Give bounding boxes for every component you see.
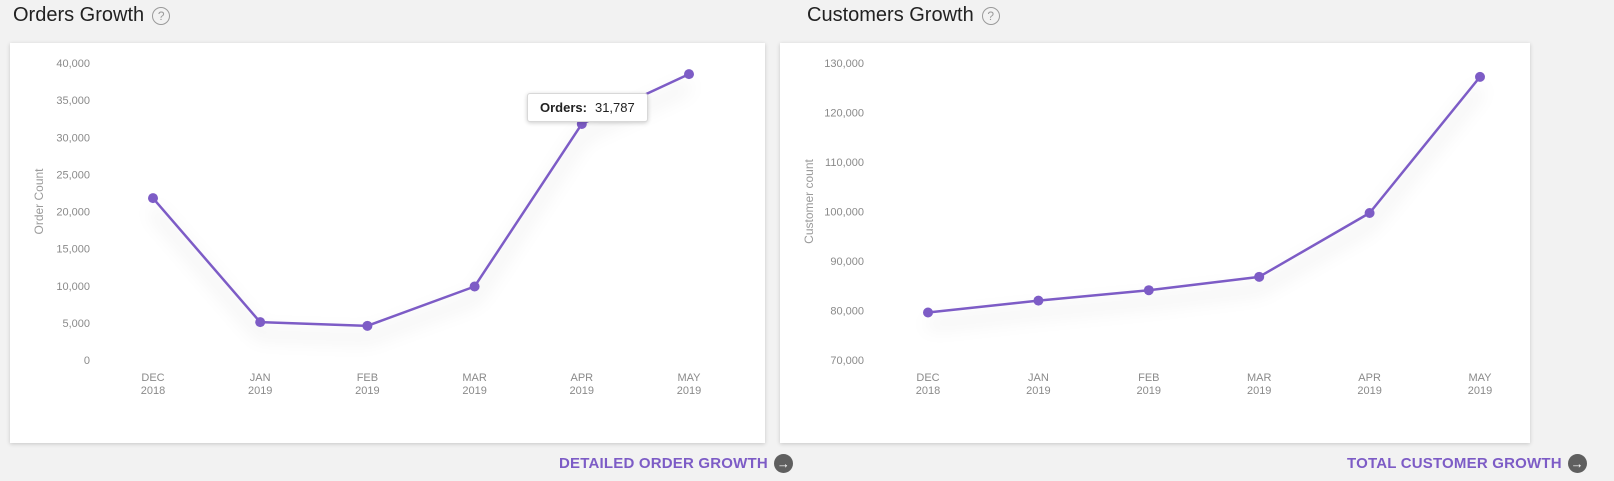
x-tick-label: JAN [1028, 372, 1049, 384]
y-axis-label: Customer count [802, 158, 816, 243]
y-tick-label: 35,000 [56, 95, 90, 107]
y-tick-label: 30,000 [56, 132, 90, 144]
y-axis-label: Order Count [32, 168, 46, 235]
x-tick-label-year: 2019 [1026, 385, 1050, 397]
y-tick-label: 100,000 [824, 207, 864, 219]
detailed-order-growth-link[interactable]: DETAILED ORDER GROWTH → [559, 454, 793, 473]
y-tick-label: 90,000 [830, 256, 864, 268]
y-tick-label: 15,000 [56, 244, 90, 256]
y-tick-label: 20,000 [56, 207, 90, 219]
orders-growth-title-text: Orders Growth [13, 4, 145, 26]
x-tick-label: APR [570, 372, 593, 384]
total-customer-growth-link[interactable]: TOTAL CUSTOMER GROWTH → [1347, 454, 1587, 473]
customers-growth-title: Customers Growth ? [807, 4, 1000, 27]
x-tick-label: MAY [677, 372, 701, 384]
x-tick-label-year: 2019 [462, 385, 486, 397]
x-tick-label: MAR [1247, 372, 1272, 384]
x-tick-label-year: 2018 [141, 385, 165, 397]
x-tick-label-year: 2019 [1357, 385, 1381, 397]
data-point [255, 317, 266, 328]
y-tick-label: 0 [84, 355, 90, 367]
x-tick-label-year: 2019 [1137, 385, 1161, 397]
customers-growth-chart-card: 70,000 80,000 90,000 100,000 110,000 120,000 1… [780, 43, 1530, 443]
orders-growth-title: Orders Growth ? [13, 4, 171, 27]
total-customer-growth-label: TOTAL CUSTOMER GROWTH [1347, 455, 1562, 472]
y-tick-label: 80,000 [830, 306, 864, 318]
y-tick-label: 70,000 [830, 355, 864, 367]
x-tick-label: JAN [250, 372, 271, 384]
y-tick-label: 130,000 [824, 58, 864, 70]
x-tick-label-year: 2019 [1468, 385, 1492, 397]
help-icon[interactable]: ? [981, 6, 1000, 25]
customers-growth-chart: 70,000 80,000 90,000 100,000 110,000 120,000 1… [802, 58, 1492, 397]
x-tick-label-year: 2018 [916, 385, 940, 397]
arrow-right-icon: → [773, 454, 793, 473]
orders-tooltip: Orders: 31,787 [527, 93, 648, 122]
data-point [1364, 207, 1375, 218]
data-point [1475, 71, 1485, 82]
detailed-order-growth-label: DETAILED ORDER GROWTH [559, 455, 768, 472]
data-point [684, 69, 694, 80]
series-line [927, 76, 1481, 314]
x-tick-label-year: 2019 [677, 385, 701, 397]
y-tick-label: 110,000 [825, 157, 864, 169]
orders-growth-chart-card: 0 5,000 10,000 15,000 20,000 25,000 30,000 35,0… [10, 43, 765, 443]
data-point [362, 320, 373, 331]
x-tick-label: FEB [1138, 372, 1159, 384]
tooltip-value: 31,787 [594, 100, 635, 115]
data-point [469, 281, 480, 292]
x-tick-label-year: 2019 [248, 385, 272, 397]
x-tick-label: MAR [462, 372, 487, 384]
data-point [1254, 271, 1265, 282]
y-tick-label: 40,000 [56, 58, 90, 70]
x-tick-label: MAY [1468, 372, 1492, 384]
y-tick-label: 5,000 [62, 318, 90, 330]
tooltip-label: Orders: [540, 100, 587, 115]
y-tick-label: 25,000 [56, 169, 90, 181]
x-tick-label-year: 2019 [570, 385, 594, 397]
y-tick-label: 10,000 [56, 281, 90, 293]
x-tick-label: APR [1358, 372, 1381, 384]
customers-growth-title-text: Customers Growth [807, 4, 974, 26]
data-point [1033, 295, 1044, 306]
x-tick-label-year: 2019 [355, 385, 379, 397]
data-point [1143, 285, 1154, 296]
x-tick-label: DEC [141, 372, 164, 384]
x-tick-label-year: 2019 [1247, 385, 1271, 397]
data-point [148, 193, 158, 204]
x-tick-label: FEB [357, 372, 378, 384]
data-point [923, 307, 933, 318]
orders-growth-chart: 0 5,000 10,000 15,000 20,000 25,000 30,000 35,0… [32, 58, 701, 397]
x-tick-label: DEC [916, 372, 939, 384]
y-tick-label: 120,000 [824, 108, 864, 120]
arrow-right-icon: → [1567, 454, 1587, 473]
help-icon[interactable]: ? [152, 6, 171, 25]
